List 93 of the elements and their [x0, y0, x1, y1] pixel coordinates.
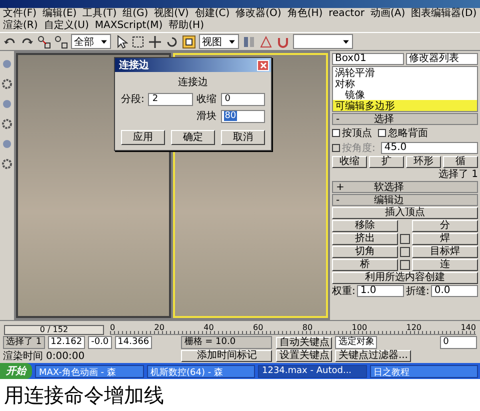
edge-tool-button[interactable]: 桥 — [332, 259, 398, 271]
set-key-button[interactable]: 设置关键点 — [276, 350, 332, 362]
selection-status: 选择了 1 — [438, 169, 478, 180]
field-label: 收缩 — [196, 92, 217, 106]
dialog-button[interactable]: 确定 — [171, 130, 215, 145]
timeline-ruler[interactable]: 0 20 40 60 80 100 120 140 — [110, 323, 476, 335]
value-field[interactable]: 0.0 — [431, 285, 478, 297]
spinner-field[interactable]: 2 — [148, 92, 193, 106]
field-label: 折缝: — [406, 286, 430, 296]
menu-item[interactable]: MAXScript(M) — [94, 20, 163, 32]
close-icon — [260, 62, 266, 68]
dialog-title: 连接边 — [115, 58, 271, 72]
checkbox[interactable] — [378, 129, 386, 137]
frame-field[interactable]: 0 — [440, 336, 477, 349]
object-name-field[interactable]: Box01 — [332, 53, 404, 65]
dialog-button[interactable]: 取消 — [221, 130, 265, 145]
y-field[interactable]: -0.0 — [88, 336, 112, 349]
frame-counter-button[interactable]: 0 / 152 — [4, 325, 104, 335]
checkbox[interactable] — [332, 129, 340, 137]
field-label: 分段: — [121, 93, 144, 106]
taskbar-button[interactable]: 日之教程 — [370, 364, 478, 378]
loop-button[interactable]: 循 — [443, 156, 478, 168]
edge-tool-button[interactable]: 连 — [412, 259, 478, 271]
menu-item[interactable]: 图表编辑器(D) — [411, 8, 477, 20]
spinner-field[interactable]: 0 — [220, 92, 265, 106]
settings-button[interactable] — [400, 260, 410, 270]
edge-tool-button[interactable]: 分 — [412, 220, 478, 232]
rotate-icon[interactable] — [165, 34, 179, 48]
rollout-header[interactable]: - 选择 — [332, 113, 478, 125]
caret-icon[interactable] — [342, 38, 350, 46]
menu-item[interactable]: 自定义(U) — [44, 20, 89, 32]
taskbar-button[interactable]: MAX-角色动画 - 森 — [35, 364, 144, 378]
caret-icon[interactable] — [228, 38, 236, 46]
create-shape-button[interactable]: 利用所选内容创建 — [332, 272, 478, 284]
coordinate-dropdown[interactable]: 视图 — [199, 34, 239, 49]
menu-item[interactable]: 文件(F) — [3, 8, 37, 20]
group-label: 连接边 — [178, 76, 208, 89]
menu-item[interactable]: 动画(A) — [370, 8, 406, 20]
checkbox-label: 忽略背面 — [388, 126, 428, 140]
settings-button[interactable] — [400, 234, 410, 244]
edge-tool-button[interactable]: 切角 — [332, 246, 398, 258]
modifier-stack-item[interactable]: 可编辑多边形 — [333, 100, 477, 111]
rollout-header[interactable]: + 软选择 — [332, 181, 478, 193]
dotted-square-icon[interactable] — [131, 34, 145, 48]
modifier-list-dropdown[interactable]: 修改器列表 — [406, 53, 478, 65]
unlink-icon[interactable] — [54, 34, 68, 48]
checkbox-label: 按顶点 — [342, 126, 372, 140]
edge-tool-button[interactable]: 挤出 — [332, 233, 398, 245]
named-selection-dropdown[interactable] — [293, 34, 353, 49]
menu-item[interactable]: 编辑(E) — [42, 8, 77, 20]
value-field[interactable]: 1.0 — [357, 285, 404, 297]
checkbox-label: 按角度: — [342, 142, 376, 155]
caption: 用连接命令增加线 — [3, 382, 165, 408]
render-time: 0:00:00 — [46, 350, 85, 362]
auto-key-button[interactable]: 自动关键点 — [276, 336, 332, 348]
menu-item[interactable]: 创建(C) — [194, 8, 230, 20]
start-button[interactable]: 开始 — [0, 363, 32, 379]
menu-item[interactable]: 视图(V) — [154, 8, 189, 20]
selection-status: 选择了 1 — [3, 336, 45, 349]
close-button[interactable] — [257, 60, 269, 70]
field-label: 权重: — [332, 286, 356, 296]
move-icon[interactable] — [148, 34, 162, 48]
x-field[interactable]: 12.162 — [48, 336, 86, 349]
edge-tool-button[interactable]: 目标焊 — [412, 246, 478, 258]
edge-tool-button[interactable]: 焊 — [412, 233, 478, 245]
taskbar-button[interactable]: 机斯数控(64) - 森 — [146, 364, 255, 378]
field-label: 滑块 — [196, 110, 217, 123]
menu-item[interactable]: 工具(T) — [82, 8, 117, 20]
selection-button[interactable]: 收缩 — [332, 156, 367, 168]
selection-button[interactable]: 扩 — [369, 156, 404, 168]
menu-item[interactable]: 帮助(H) — [168, 20, 204, 32]
menu-item[interactable]: 角色(H) — [287, 8, 323, 20]
render-time-label: 渲染时间 — [3, 350, 43, 362]
taskbar-button[interactable]: 1234.max - Autod... — [258, 364, 366, 378]
menu-item[interactable]: 组(G) — [122, 8, 148, 20]
edge-tool-button[interactable]: 移除 — [332, 220, 398, 232]
key-mode-dropdown[interactable]: 选定对象 — [335, 336, 378, 349]
menu-item[interactable]: 修改器(O) — [236, 8, 282, 20]
key-filters-button[interactable]: 关键点过滤器... — [335, 350, 411, 362]
add-time-tag-button[interactable]: 添加时间标记 — [181, 350, 272, 362]
rollout-header[interactable]: - 编辑边 — [332, 194, 478, 206]
menu-item[interactable]: 渲染(R) — [3, 20, 38, 32]
caret-icon[interactable] — [100, 38, 108, 46]
insert-vertex-button[interactable]: 插入顶点 — [332, 207, 478, 219]
link-icon[interactable] — [37, 34, 51, 48]
grid-status: 栅格 = 10.0 — [181, 336, 272, 349]
ring-button[interactable]: 环形 — [406, 156, 441, 168]
menu-item[interactable]: reactor — [328, 8, 364, 20]
dialog-button[interactable]: 应用 — [121, 130, 165, 145]
selection-filter-dropdown[interactable]: 全部 — [71, 34, 111, 49]
settings-button[interactable] — [400, 247, 410, 257]
z-field[interactable]: 14.366 — [114, 336, 152, 349]
spinner-field[interactable]: 80 — [220, 110, 265, 122]
